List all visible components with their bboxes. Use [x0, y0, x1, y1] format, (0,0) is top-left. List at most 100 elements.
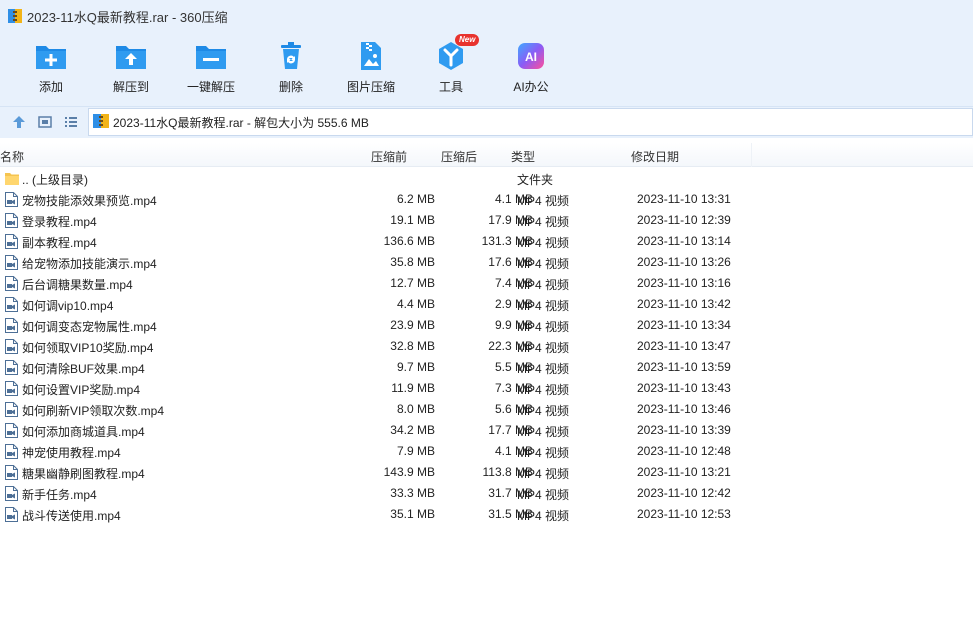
file-type: MP4 视频	[517, 425, 570, 439]
file-list: .. (上级目录) 文件夹 宠物技能添效果预览.mp4 6.2 MB 4.1 M…	[0, 168, 973, 525]
file-type: 文件夹	[517, 173, 554, 187]
file-size-before: 6.2 MB	[396, 192, 435, 206]
video-file-icon	[5, 234, 18, 249]
ai-office-label: AI办公	[513, 80, 549, 94]
delete-button[interactable]: 删除	[251, 36, 331, 98]
file-type: MP4 视频	[517, 362, 570, 376]
table-row[interactable]: 登录教程.mp4 19.1 MB 17.9 MB MP4 视频 2023-11-…	[0, 210, 973, 231]
file-name: 战斗传送使用.mp4	[22, 509, 121, 523]
image-compress-label: 图片压缩	[346, 80, 395, 94]
file-size-before: 143.9 MB	[383, 465, 435, 479]
column-header-before[interactable]: 压缩前	[371, 148, 407, 165]
table-row[interactable]: 新手任务.mp4 33.3 MB 31.7 MB MP4 视频 2023-11-…	[0, 483, 973, 504]
thumbnail-view-icon[interactable]	[37, 114, 53, 130]
file-type: MP4 视频	[517, 257, 570, 271]
table-row[interactable]: 如何领取VIP10奖励.mp4 32.8 MB 22.3 MB MP4 视频 2…	[0, 336, 973, 357]
table-row[interactable]: 宠物技能添效果预览.mp4 6.2 MB 4.1 MB MP4 视频 2023-…	[0, 189, 973, 210]
video-file-icon	[5, 297, 18, 312]
column-header-after[interactable]: 压缩后	[441, 148, 477, 165]
file-name: 如何清除BUF效果.mp4	[22, 362, 145, 376]
extract-to-button[interactable]: 解压到	[91, 36, 171, 98]
column-header-name[interactable]: 名称	[0, 148, 24, 165]
file-name: 如何调变态宠物属性.mp4	[22, 320, 157, 334]
file-modified: 2023-11-10 13:59	[637, 360, 731, 374]
video-file-icon	[5, 381, 18, 396]
file-size-before: 23.9 MB	[390, 318, 435, 332]
file-type: MP4 视频	[517, 278, 570, 292]
tools-label: 工具	[438, 80, 463, 94]
file-size-before: 7.9 MB	[396, 444, 435, 458]
toolbar: 添加 解压到 一键解压 删除 图片压缩 New 工具 AI AI办公	[0, 34, 973, 100]
archive-app-icon	[8, 9, 22, 23]
ai-office-button[interactable]: AI AI办公	[491, 36, 571, 98]
table-row[interactable]: 副本教程.mp4 136.6 MB 131.3 MB MP4 视频 2023-1…	[0, 231, 973, 252]
file-type: MP4 视频	[517, 446, 570, 460]
file-modified: 2023-11-10 13:26	[637, 255, 731, 269]
column-header-modified[interactable]: 修改日期	[631, 148, 679, 165]
file-size-before: 8.0 MB	[396, 402, 435, 416]
one-click-extract-label: 一键解压	[186, 80, 235, 94]
address-bar[interactable]: 2023-11水Q最新教程.rar - 解包大小为 555.6 MB	[88, 108, 973, 136]
table-row[interactable]: 糖果幽静刷图教程.mp4 143.9 MB 113.8 MB MP4 视频 20…	[0, 462, 973, 483]
file-name: 糖果幽静刷图教程.mp4	[22, 467, 145, 481]
file-size-before: 9.7 MB	[396, 360, 435, 374]
add-button[interactable]: 添加	[11, 36, 91, 98]
file-name: 给宠物添加技能演示.mp4	[22, 257, 157, 271]
column-header-type[interactable]: 类型	[511, 148, 535, 165]
extract-to-label: 解压到	[112, 80, 149, 94]
file-name: 如何设置VIP奖励.mp4	[22, 383, 141, 397]
file-size-before: 12.7 MB	[390, 276, 435, 290]
one-click-extract-button[interactable]: 一键解压	[171, 36, 251, 98]
title-bar: 2023-11水Q最新教程.rar - 360压缩	[0, 0, 973, 32]
address-text: 2023-11水Q最新教程.rar - 解包大小为 555.6 MB	[113, 115, 369, 130]
table-row[interactable]: 如何清除BUF效果.mp4 9.7 MB 5.5 MB MP4 视频 2023-…	[0, 357, 973, 378]
list-view-icon[interactable]	[63, 114, 79, 130]
table-row[interactable]: 给宠物添加技能演示.mp4 35.8 MB 17.6 MB MP4 视频 202…	[0, 252, 973, 273]
up-folder-icon[interactable]	[11, 114, 27, 130]
file-type: MP4 视频	[517, 299, 570, 313]
file-type: MP4 视频	[517, 236, 570, 250]
image-compress-button[interactable]: 图片压缩	[331, 36, 411, 98]
file-type: MP4 视频	[517, 383, 570, 397]
video-file-icon	[5, 276, 18, 291]
add-label: 添加	[38, 80, 63, 94]
file-modified: 2023-11-10 13:47	[637, 339, 731, 353]
file-size-before: 19.1 MB	[390, 213, 435, 227]
delete-icon	[275, 40, 307, 72]
table-row[interactable]: 后台调糖果数量.mp4 12.7 MB 7.4 MB MP4 视频 2023-1…	[0, 273, 973, 294]
file-modified: 2023-11-10 13:39	[637, 423, 731, 437]
video-file-icon	[5, 339, 18, 354]
file-type: MP4 视频	[517, 215, 570, 229]
tools-icon: New	[435, 34, 480, 72]
extract-to-icon	[115, 40, 147, 72]
table-row[interactable]: 如何设置VIP奖励.mp4 11.9 MB 7.3 MB MP4 视频 2023…	[0, 378, 973, 399]
tools-button[interactable]: New 工具	[411, 34, 491, 98]
video-file-icon	[5, 192, 18, 207]
table-row[interactable]: 如何调变态宠物属性.mp4 23.9 MB 9.9 MB MP4 视频 2023…	[0, 315, 973, 336]
video-file-icon	[5, 486, 18, 501]
video-file-icon	[5, 360, 18, 375]
add-icon	[35, 40, 67, 72]
new-badge: New	[455, 34, 480, 46]
file-modified: 2023-11-10 13:43	[637, 381, 731, 395]
file-size-before: 35.1 MB	[390, 507, 435, 521]
file-name: 登录教程.mp4	[22, 215, 97, 229]
file-modified: 2023-11-10 13:34	[637, 318, 731, 332]
file-modified: 2023-11-10 13:14	[637, 234, 731, 248]
table-row[interactable]: 战斗传送使用.mp4 35.1 MB 31.5 MB MP4 视频 2023-1…	[0, 504, 973, 525]
table-row[interactable]: 如何刷新VIP领取次数.mp4 8.0 MB 5.6 MB MP4 视频 202…	[0, 399, 973, 420]
table-row[interactable]: 如何调vip10.mp4 4.4 MB 2.9 MB MP4 视频 2023-1…	[0, 294, 973, 315]
table-row[interactable]: 如何添加商城道具.mp4 34.2 MB 17.7 MB MP4 视频 2023…	[0, 420, 973, 441]
ai-office-icon: AI	[515, 40, 547, 72]
file-name: 如何刷新VIP领取次数.mp4	[22, 404, 165, 418]
file-modified: 2023-11-10 13:31	[637, 192, 731, 206]
file-size-before: 34.2 MB	[390, 423, 435, 437]
parent-folder-row[interactable]: .. (上级目录) 文件夹	[0, 168, 973, 189]
table-row[interactable]: 神宠使用教程.mp4 7.9 MB 4.1 MB MP4 视频 2023-11-…	[0, 441, 973, 462]
file-name: 后台调糖果数量.mp4	[22, 278, 133, 292]
file-type: MP4 视频	[517, 467, 570, 481]
file-list-header: 名称 压缩前 压缩后 类型 修改日期	[0, 143, 973, 167]
file-name: .. (上级目录)	[22, 173, 88, 187]
file-modified: 2023-11-10 12:48	[637, 444, 731, 458]
file-name: 新手任务.mp4	[22, 488, 97, 502]
